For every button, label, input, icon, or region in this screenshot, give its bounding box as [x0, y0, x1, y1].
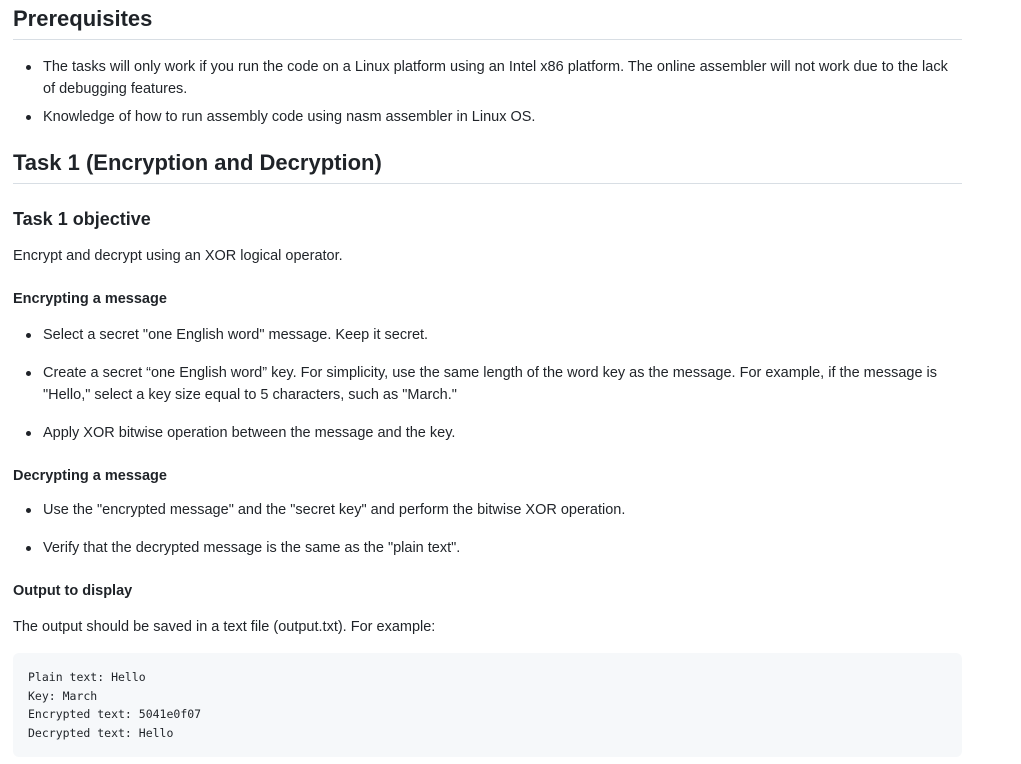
code-line: Decrypted text: Hello [28, 726, 174, 741]
task1-heading: Task 1 (Encryption and Decryption) [13, 149, 962, 184]
encrypting-heading: Encrypting a message [13, 291, 167, 307]
task1-objective-heading: Task 1 objective [13, 209, 151, 229]
list-item: The tasks will only work if you run the … [26, 56, 962, 100]
markdown-body: Prerequisites The tasks will only work i… [13, 0, 962, 757]
prerequisites-heading: Prerequisites [13, 5, 962, 40]
list-item: Select a secret "one English word" messa… [26, 324, 962, 346]
code-line: Encrypted text: 5041e0f07 [28, 707, 202, 722]
decrypting-heading: Decrypting a message [13, 468, 167, 484]
decrypting-list: Use the "encrypted message" and the "sec… [13, 499, 962, 559]
prerequisites-list: The tasks will only work if you run the … [13, 56, 962, 128]
output-heading: Output to display [13, 583, 133, 599]
list-item: Create a secret “one English word” key. … [26, 362, 962, 406]
list-item: Knowledge of how to run assembly code us… [26, 106, 962, 128]
task1-objective-text: Encrypt and decrypt using an XOR logical… [13, 248, 343, 264]
code-block: Plain text: Hello Key: March Encrypted t… [13, 653, 962, 757]
encrypting-list: Select a secret "one English word" messa… [13, 324, 962, 444]
output-text: The output should be saved in a text fil… [13, 619, 436, 635]
list-item: Use the "encrypted message" and the "sec… [26, 499, 962, 521]
code-line: Plain text: Hello [28, 670, 146, 684]
list-item: Verify that the decrypted message is the… [26, 537, 962, 559]
list-item: Apply XOR bitwise operation between the … [26, 422, 962, 444]
code-line: Key: March [28, 688, 98, 703]
